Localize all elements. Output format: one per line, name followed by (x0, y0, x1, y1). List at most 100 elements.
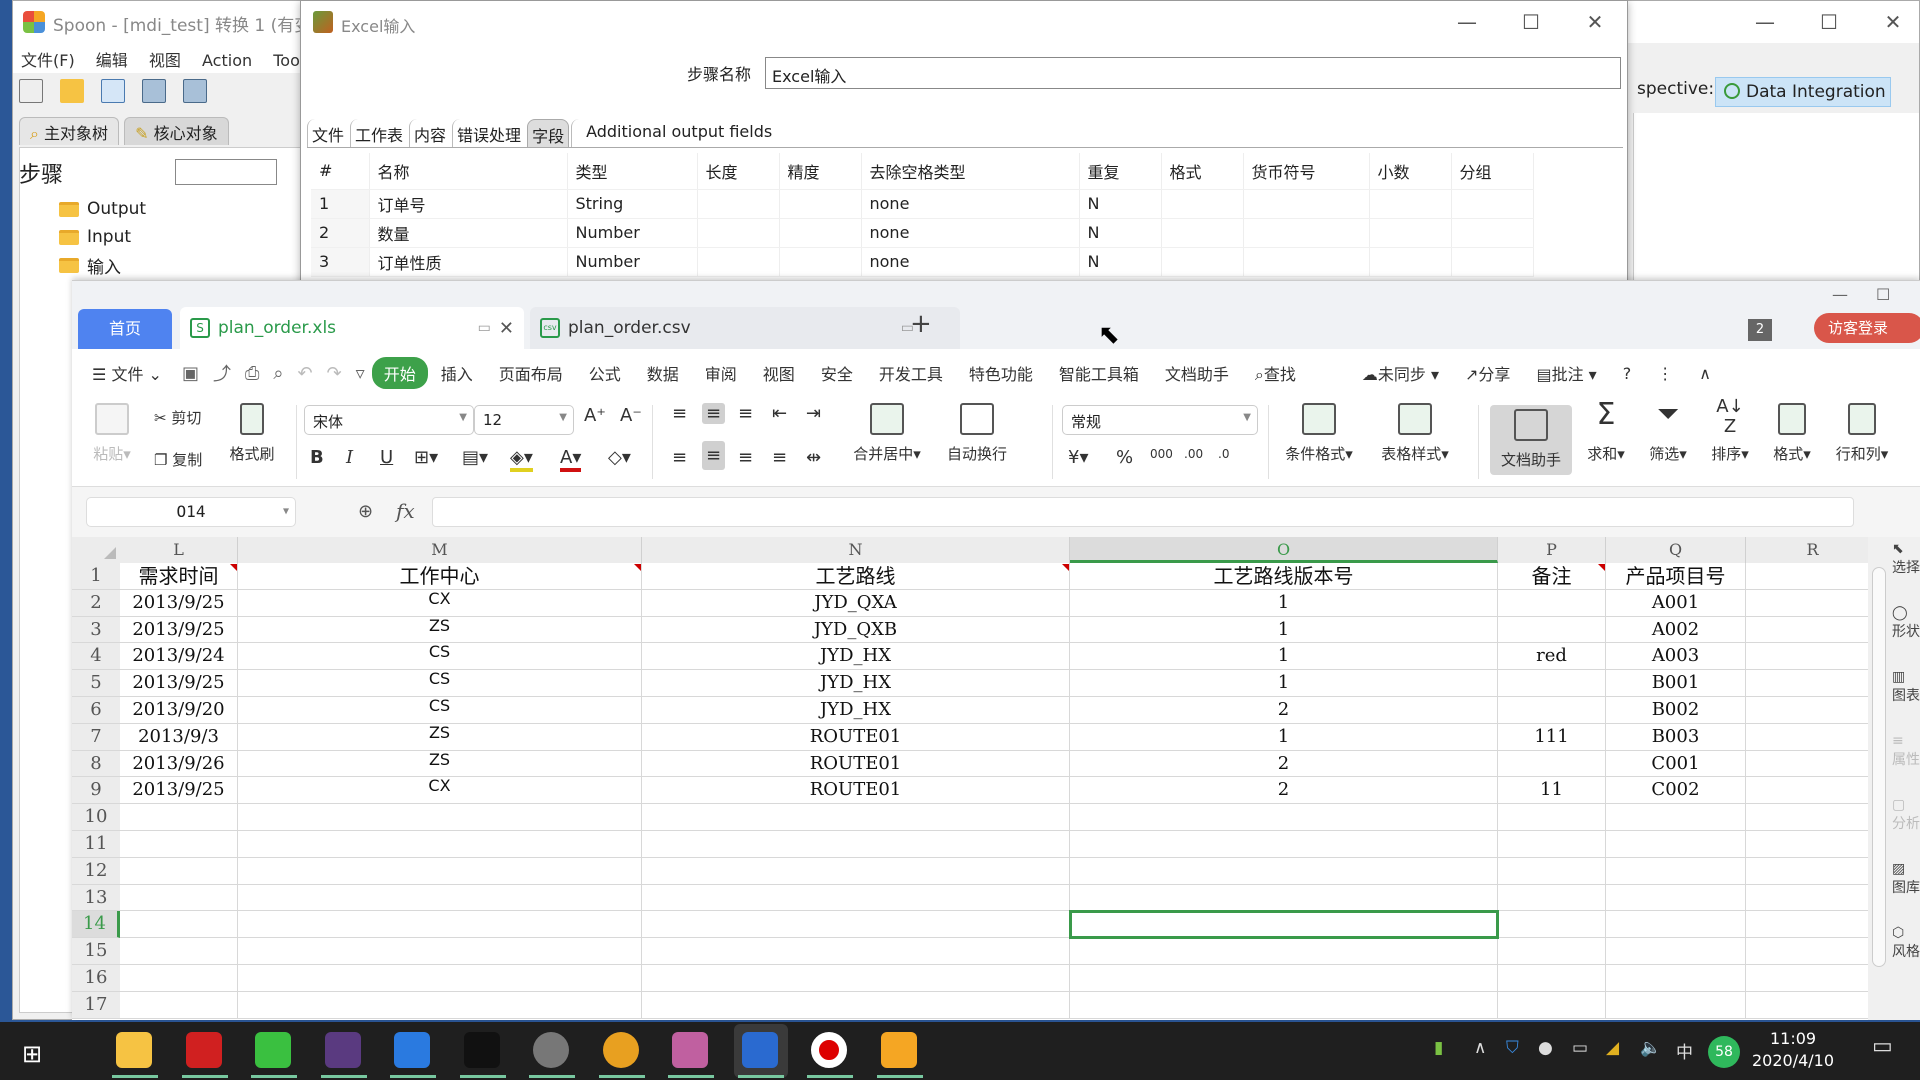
tree-item-output[interactable]: Output (43, 195, 146, 223)
col-header-group[interactable]: 分组 (1451, 153, 1534, 190)
taskbar-app-terminal[interactable] (456, 1024, 510, 1078)
decrease-decimal-icon[interactable]: .0 (1218, 447, 1229, 461)
col-header-format[interactable]: 格式 (1161, 153, 1244, 190)
menu-action[interactable]: Action (194, 47, 260, 74)
data-cell[interactable]: C002 (1606, 777, 1746, 805)
sync-button[interactable]: ☁未同步 ▾ (1349, 357, 1452, 389)
row-header[interactable]: 16 (72, 965, 120, 992)
perspective-data-integration-button[interactable]: Data Integration (1715, 77, 1891, 107)
data-cell[interactable]: ZS (238, 750, 642, 778)
field-cell[interactable]: N (1079, 247, 1162, 277)
comment-indicator[interactable] (634, 564, 641, 571)
data-cell[interactable]: 2013/9/24 (120, 643, 238, 671)
data-cell[interactable] (1746, 617, 1868, 644)
data-cell[interactable] (1498, 697, 1606, 724)
qq-icon[interactable]: ● (1538, 1038, 1553, 1058)
data-cell[interactable] (1746, 590, 1868, 617)
ime-indicator[interactable]: 中 (1676, 1038, 1693, 1063)
data-cell[interactable] (1746, 697, 1868, 724)
empty-cell[interactable] (238, 991, 642, 1019)
field-cell[interactable] (1369, 247, 1452, 277)
currency-icon[interactable]: ¥▾ (1068, 447, 1089, 468)
format-button[interactable]: 格式▾ (1762, 397, 1822, 464)
empty-cell[interactable] (642, 965, 1070, 992)
field-cell[interactable]: 1 (311, 189, 370, 219)
data-cell[interactable]: A002 (1606, 616, 1746, 644)
decrease-font-icon[interactable]: A⁻ (620, 405, 642, 426)
column-header-L[interactable]: L (120, 537, 238, 563)
percent-icon[interactable]: % (1116, 447, 1133, 468)
comment-indicator[interactable] (1598, 564, 1605, 571)
row-header[interactable]: 2 (72, 589, 120, 617)
tab-additional-output-fields[interactable]: Additional output fields (571, 119, 776, 147)
field-cell[interactable]: none (861, 189, 1080, 219)
wps-maximize-button[interactable]: ☐ (1876, 285, 1890, 304)
empty-cell[interactable] (1070, 804, 1498, 831)
italic-icon[interactable]: I (346, 447, 353, 468)
customize-icon[interactable]: ▿ (349, 363, 372, 384)
wrap-text-button[interactable]: 自动换行 (934, 397, 1020, 464)
data-cell[interactable]: 2013/9/25 (120, 777, 238, 805)
empty-cell[interactable] (238, 938, 642, 965)
spoon-minimize-button[interactable]: — (1743, 7, 1787, 37)
header-cell[interactable]: 需求时间 (120, 563, 238, 590)
align-bottom-icon[interactable]: ≡ (738, 403, 753, 424)
tree-item-input-cn[interactable]: 输入 (43, 251, 146, 279)
empty-cell[interactable] (1746, 831, 1868, 858)
data-cell[interactable]: 2013/9/3 (120, 723, 238, 751)
spreadsheet-grid[interactable]: L M N O P Q R 1 需求时间 工作中心 工艺路线 工艺路线版本号 备注 产品项目号 2 2013/… (72, 537, 1868, 1020)
data-cell[interactable] (1498, 750, 1606, 778)
data-cell[interactable]: 1 (1070, 616, 1498, 644)
menu-doc-assistant[interactable]: 文档助手 (1152, 357, 1242, 389)
data-cell[interactable]: 2 (1070, 777, 1498, 805)
row-header[interactable]: 15 (72, 938, 120, 965)
empty-cell[interactable] (1746, 938, 1868, 965)
field-cell[interactable] (779, 189, 862, 219)
field-cell[interactable] (1243, 189, 1370, 219)
redo-icon[interactable]: ↷ (320, 363, 349, 384)
field-cell[interactable] (1243, 247, 1370, 277)
field-cell[interactable] (697, 247, 780, 277)
undo-icon[interactable]: ↶ (290, 363, 319, 384)
field-row[interactable]: 1 订单号 String none N (311, 189, 1534, 219)
empty-cell[interactable] (1498, 965, 1606, 992)
col-header-name[interactable]: 名称 (369, 153, 568, 190)
empty-cell[interactable] (238, 831, 642, 858)
data-cell[interactable]: ROUTE01 (642, 723, 1070, 751)
rows-cols-button[interactable]: 行和列▾ (1824, 397, 1900, 464)
menu-data[interactable]: 数据 (634, 357, 692, 389)
empty-cell[interactable] (238, 884, 642, 912)
copy-button[interactable]: ❐ 复制 (154, 449, 202, 470)
header-cell[interactable]: 备注 (1498, 563, 1606, 590)
taskbar-app-kettle-spoon[interactable] (873, 1024, 927, 1078)
data-cell[interactable]: 1 (1070, 723, 1498, 751)
menu-file[interactable]: 文件(F) (13, 43, 83, 75)
cut-button[interactable]: ✂ 剪切 (154, 407, 201, 428)
empty-cell[interactable] (642, 857, 1070, 885)
clear-icon[interactable]: ◇▾ (608, 447, 631, 468)
save-icon[interactable]: ▣ (175, 363, 206, 384)
data-cell[interactable]: 2013/9/25 (120, 589, 238, 617)
header-cell[interactable] (1746, 563, 1868, 590)
paste-button[interactable]: 粘贴▾ (72, 397, 152, 464)
row-header[interactable]: 1 (72, 563, 120, 590)
empty-cell[interactable] (1498, 804, 1606, 831)
clock[interactable]: 11:09 2020/4/10 (1752, 1028, 1834, 1072)
comment-indicator[interactable] (1062, 564, 1069, 571)
save-as-icon[interactable] (183, 79, 208, 103)
formula-input[interactable] (432, 497, 1854, 527)
empty-cell[interactable] (120, 831, 238, 858)
col-header-index[interactable]: # (311, 153, 370, 190)
row-header[interactable]: 13 (72, 884, 120, 912)
empty-cell[interactable] (1746, 992, 1868, 1019)
share-button[interactable]: ↗分享 (1452, 357, 1523, 389)
home-tab[interactable]: 首页 (78, 309, 172, 349)
row-header[interactable]: 11 (72, 831, 120, 858)
empty-cell[interactable] (1606, 831, 1746, 858)
data-cell[interactable]: CS (238, 670, 642, 697)
field-cell[interactable]: N (1079, 189, 1162, 219)
field-cell[interactable] (1369, 218, 1452, 248)
pin-icon[interactable]: ▭ (478, 320, 491, 336)
vertical-scrollbar[interactable] (1868, 537, 1890, 1020)
taskbar-app-java-ee-ide[interactable] (317, 1024, 371, 1078)
